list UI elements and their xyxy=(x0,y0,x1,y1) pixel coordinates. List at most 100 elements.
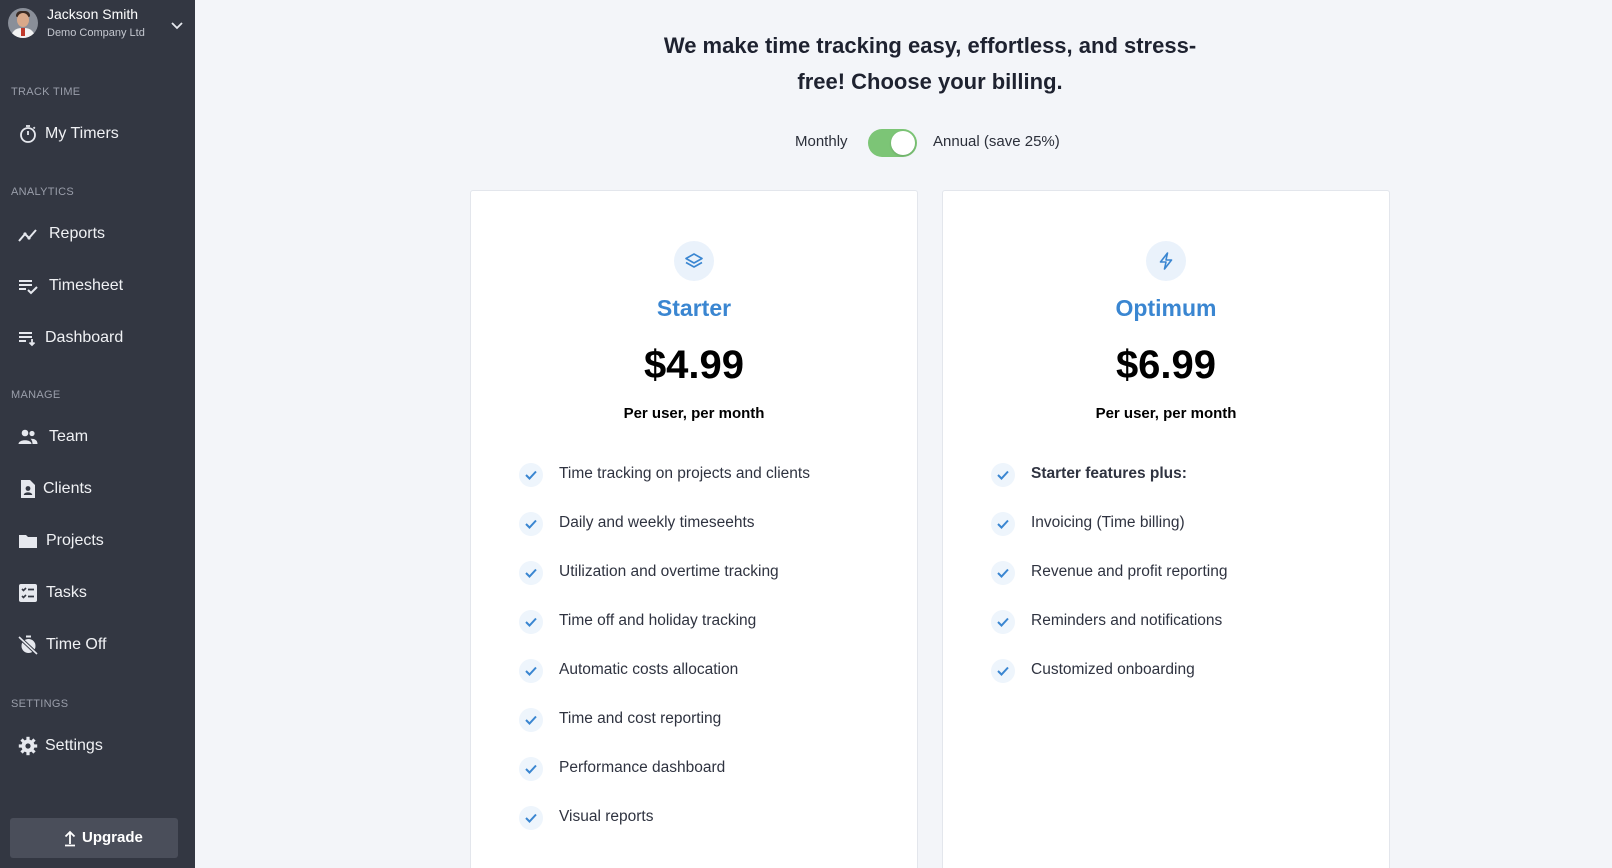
feature-item: Customized onboarding xyxy=(991,657,1371,706)
billing-toggle: Monthly Annual (save 25%) xyxy=(0,128,1612,158)
feature-text: Daily and weekly timeseehts xyxy=(559,514,755,531)
sidebar-item-label: Clients xyxy=(43,480,92,497)
check-icon xyxy=(519,463,543,487)
switch-knob xyxy=(891,131,915,155)
feature-text: Reminders and notifications xyxy=(1031,612,1223,629)
check-icon xyxy=(991,659,1015,683)
feature-heading: Starter features plus: xyxy=(991,461,1371,510)
upgrade-button[interactable]: Upgrade xyxy=(10,818,178,858)
feature-item: Time and cost reporting xyxy=(519,706,899,755)
feature-list: Time tracking on projects and clients Da… xyxy=(519,461,899,853)
plan-price: $6.99 xyxy=(1115,343,1217,387)
avatar xyxy=(8,8,38,38)
plan-name: Starter xyxy=(656,295,732,321)
plan-card-optimum: Optimum $6.99 Per user, per month Starte… xyxy=(942,190,1390,868)
monthly-label[interactable]: Monthly xyxy=(795,133,848,150)
timer-off-icon xyxy=(18,635,38,655)
feature-item: Daily and weekly timeseehts xyxy=(519,510,899,559)
feature-text: Utilization and overtime tracking xyxy=(559,563,779,580)
plan-name: Optimum xyxy=(1115,295,1217,321)
check-icon xyxy=(519,610,543,634)
check-icon xyxy=(519,757,543,781)
feature-item: Time off and holiday tracking xyxy=(519,608,899,657)
plan-icon-badge xyxy=(1146,241,1186,281)
feature-item: Revenue and profit reporting xyxy=(991,559,1371,608)
billing-switch[interactable] xyxy=(868,129,917,157)
sidebar-item-label: Settings xyxy=(45,737,103,754)
sidebar-item-projects[interactable]: Projects xyxy=(0,523,195,559)
plan-period: Per user, per month xyxy=(623,405,765,422)
check-icon xyxy=(519,659,543,683)
client-badge-icon xyxy=(21,480,35,498)
feature-text: Performance dashboard xyxy=(559,759,726,776)
user-company: Demo Company Ltd xyxy=(47,27,145,39)
feature-text: Starter features plus: xyxy=(1031,465,1187,482)
feature-item: Reminders and notifications xyxy=(991,608,1371,657)
feature-text: Time tracking on projects and clients xyxy=(559,465,810,482)
list-check-icon xyxy=(19,280,38,295)
section-label-analytics: ANALYTICS xyxy=(11,186,75,198)
user-name: Jackson Smith xyxy=(47,6,139,22)
feature-list: Starter features plus: Invoicing (Time b… xyxy=(991,461,1371,706)
feature-item: Visual reports xyxy=(519,804,899,853)
gear-icon xyxy=(18,736,38,756)
check-icon xyxy=(519,708,543,732)
feature-item: Performance dashboard xyxy=(519,755,899,804)
feature-item: Time tracking on projects and clients xyxy=(519,461,899,510)
feature-item: Automatic costs allocation xyxy=(519,657,899,706)
sidebar-item-dashboard[interactable]: Dashboard xyxy=(0,320,195,356)
check-icon xyxy=(519,561,543,585)
layers-icon xyxy=(685,253,703,268)
sidebar-item-tasks[interactable]: Tasks xyxy=(0,575,195,611)
sidebar-item-label: Dashboard xyxy=(45,329,124,346)
trend-chart-icon xyxy=(18,229,37,242)
section-label-manage: MANAGE xyxy=(11,389,61,401)
upgrade-label: Upgrade xyxy=(82,829,143,846)
sidebar-item-timesheet[interactable]: Timesheet xyxy=(0,268,195,304)
sidebar-item-label: Reports xyxy=(49,225,106,242)
plan-icon-badge xyxy=(674,241,714,281)
section-label-settings: SETTINGS xyxy=(11,698,69,710)
lightning-icon xyxy=(1159,252,1173,270)
sidebar-item-label: Team xyxy=(49,428,89,445)
upload-arrow-icon xyxy=(64,830,76,847)
feature-item: Utilization and overtime tracking xyxy=(519,559,899,608)
feature-text: Customized onboarding xyxy=(1031,661,1195,678)
folder-icon xyxy=(19,535,37,548)
list-sort-icon xyxy=(19,332,36,347)
headline-line-1: We make time tracking easy, effortless, … xyxy=(663,33,1197,58)
sidebar-item-label: Time Off xyxy=(46,636,107,653)
plan-card-starter: Starter $4.99 Per user, per month Time t… xyxy=(470,190,918,868)
headline-line-2: free! Choose your billing. xyxy=(797,69,1063,94)
team-icon xyxy=(18,429,38,444)
section-label-track-time: TRACK TIME xyxy=(11,86,81,98)
check-icon xyxy=(519,512,543,536)
sidebar-item-label: Tasks xyxy=(46,584,87,601)
annual-label[interactable]: Annual (save 25%) xyxy=(933,133,1060,150)
feature-item: Invoicing (Time billing) xyxy=(991,510,1371,559)
check-icon xyxy=(991,463,1015,487)
check-icon xyxy=(991,561,1015,585)
sidebar-item-settings[interactable]: Settings xyxy=(0,728,195,764)
sidebar-item-time-off[interactable]: Time Off xyxy=(0,627,195,663)
task-list-icon xyxy=(19,584,37,602)
check-icon xyxy=(991,610,1015,634)
feature-text: Visual reports xyxy=(559,808,654,825)
sidebar-item-team[interactable]: Team xyxy=(0,419,195,455)
chevron-down-icon[interactable] xyxy=(169,17,185,33)
pricing-headline: We make time tracking easy, effortless, … xyxy=(600,28,1260,100)
check-icon xyxy=(991,512,1015,536)
feature-text: Time and cost reporting xyxy=(559,710,722,727)
feature-text: Time off and holiday tracking xyxy=(559,612,757,629)
plan-price: $4.99 xyxy=(643,343,745,387)
sidebar-item-label: Timesheet xyxy=(49,277,124,294)
user-menu[interactable]: Jackson Smith Demo Company Ltd xyxy=(0,0,195,50)
sidebar-item-clients[interactable]: Clients xyxy=(0,471,195,507)
check-icon xyxy=(519,806,543,830)
sidebar-item-label: Projects xyxy=(46,532,104,549)
feature-text: Invoicing (Time billing) xyxy=(1031,514,1185,531)
plan-period: Per user, per month xyxy=(1095,405,1237,422)
feature-text: Revenue and profit reporting xyxy=(1031,563,1228,580)
sidebar-item-reports[interactable]: Reports xyxy=(0,216,195,252)
feature-text: Automatic costs allocation xyxy=(559,661,739,678)
